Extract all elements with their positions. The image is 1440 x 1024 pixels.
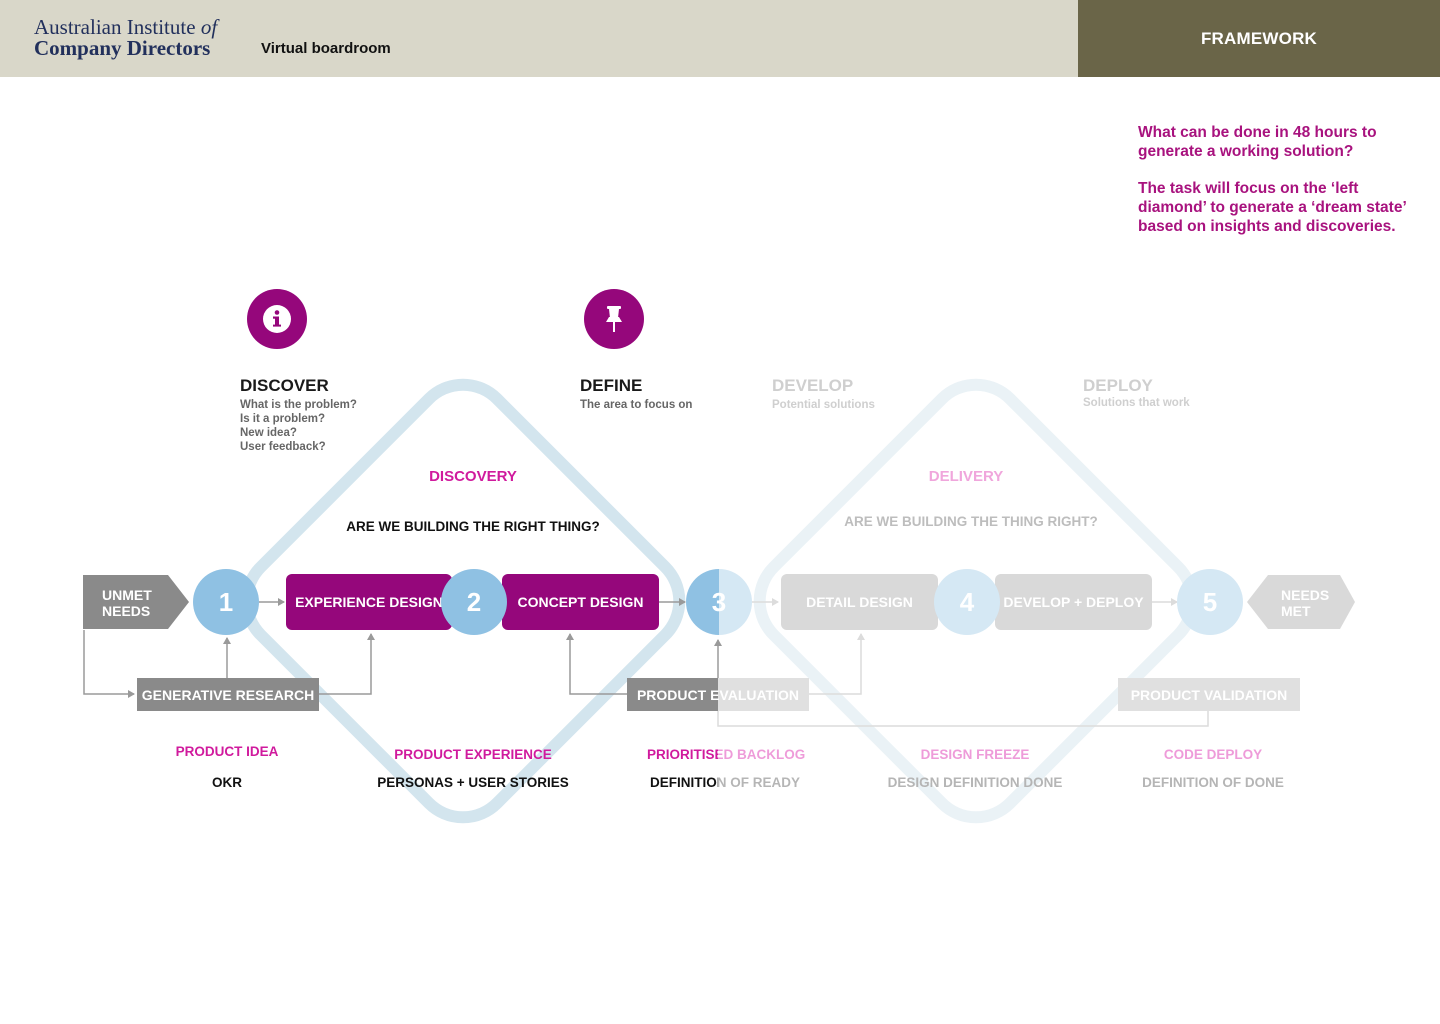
unmet-needs-label: UNMET NEEDS: [102, 587, 152, 619]
stage-deploy-line: Solutions that work: [1083, 397, 1190, 409]
discovery-question: ARE WE BUILDING THE RIGHT THING?: [346, 519, 600, 534]
concept-design-box[interactable]: CONCEPT DESIGN: [502, 574, 659, 630]
step-2-circle[interactable]: 2: [441, 569, 507, 635]
stage-develop: DEVELOP Potential solutions: [772, 376, 875, 412]
stage-discover-line: New idea?: [240, 427, 297, 439]
develop-deploy-box[interactable]: DEVELOP + DEPLOY: [995, 574, 1152, 630]
output-design-freeze: DESIGN FREEZE: [920, 747, 1030, 762]
detail-design-box[interactable]: DETAIL DESIGN: [781, 574, 938, 630]
output-product-experience: PRODUCT EXPERIENCE: [394, 747, 552, 762]
output-prioritised-backlog: PRIORITISED BACKLOG: [647, 747, 806, 762]
product-evaluation-box[interactable]: PRODUCT EVALUATION: [627, 678, 809, 711]
product-validation-box[interactable]: PRODUCT VALIDATION: [1118, 678, 1300, 711]
output-design-definition-done: DESIGN DEFINITION DONE: [887, 775, 1063, 790]
stage-define: DEFINE The area to focus on: [580, 376, 692, 412]
step-5-circle[interactable]: 5: [1177, 569, 1243, 635]
stage-deploy-title: DEPLOY: [1083, 376, 1153, 395]
output-personas-user-stories: PERSONAS + USER STORIES: [377, 775, 569, 790]
delivery-question: ARE WE BUILDING THE THING RIGHT?: [844, 514, 1098, 529]
output-okr: OKR: [212, 775, 242, 790]
info-icon: [247, 289, 307, 349]
step-1-circle[interactable]: 1: [193, 569, 259, 635]
generative-research-box[interactable]: GENERATIVE RESEARCH: [137, 678, 319, 711]
framework-diagram: [83, 378, 1355, 824]
stage-deploy: DEPLOY Solutions that work: [1083, 376, 1190, 410]
stage-define-title: DEFINE: [580, 376, 643, 395]
stage-develop-title: DEVELOP: [772, 376, 854, 395]
step-3-circle[interactable]: 3: [686, 569, 752, 635]
pushpin-icon: [584, 289, 644, 349]
stage-discover-line: What is the problem?: [240, 399, 357, 411]
stage-discover-line: Is it a problem?: [240, 413, 325, 425]
stage-define-line: The area to focus on: [580, 399, 693, 411]
stage-discover-line: User feedback?: [240, 441, 326, 453]
stage-discover: DISCOVER What is the problem? Is it a pr…: [240, 376, 357, 454]
output-code-deploy: CODE DEPLOY: [1163, 747, 1263, 762]
discovery-label: DISCOVERY: [429, 468, 517, 485]
step-4-circle[interactable]: 4: [934, 569, 1000, 635]
stage-discover-title: DISCOVER: [240, 376, 329, 395]
output-product-idea: PRODUCT IDEA: [175, 744, 279, 759]
output-definition-of-done: DEFINITION OF DONE: [1142, 775, 1284, 790]
output-definition-of-ready: DEFINITION OF READY: [650, 775, 801, 790]
stage-develop-line: Potential solutions: [772, 399, 875, 411]
experience-design-box[interactable]: EXPERIENCE DESIGN: [286, 574, 452, 630]
needs-met-label: NEEDS MET: [1281, 587, 1330, 619]
delivery-label: DELIVERY: [928, 468, 1004, 485]
